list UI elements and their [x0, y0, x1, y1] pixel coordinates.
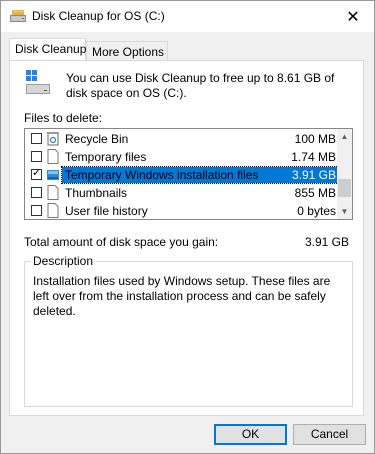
tab-more-options[interactable]: More Options: [86, 41, 168, 60]
file-icon: [47, 203, 59, 218]
total-space-label: Total amount of disk space you gain:: [24, 235, 219, 249]
disk-cleanup-app-icon: [10, 10, 26, 22]
list-item[interactable]: Recycle Bin 100 MB: [25, 130, 338, 148]
cancel-button[interactable]: Cancel: [293, 424, 366, 445]
list-item[interactable]: ✓ Temporary Windows installation files 3…: [25, 166, 339, 184]
tab-disk-cleanup[interactable]: Disk Cleanup: [9, 38, 86, 60]
scroll-down-icon[interactable]: ▼: [337, 204, 352, 219]
list-item[interactable]: User file history 0 bytes: [25, 202, 338, 219]
check-icon: ✓: [32, 167, 42, 179]
files-list[interactable]: Recycle Bin 100 MB Temporary files 1.74 …: [24, 128, 353, 220]
checkbox[interactable]: [31, 187, 42, 198]
files-to-delete-label: Files to delete:: [24, 111, 103, 125]
checkbox[interactable]: [31, 205, 42, 216]
total-space-value: 3.91 GB: [304, 235, 349, 249]
list-item[interactable]: Thumbnails 855 MB: [25, 184, 338, 202]
close-icon: ✕: [346, 8, 360, 26]
close-button[interactable]: ✕: [332, 1, 374, 32]
description-text: Installation files used by Windows setup…: [33, 274, 331, 318]
checkbox[interactable]: ✓: [31, 167, 42, 180]
disk-cleanup-panel: You can use Disk Cleanup to free up to 8…: [9, 60, 364, 416]
file-name: Temporary files: [65, 150, 147, 164]
list-scrollbar[interactable]: ▲ ▼: [337, 129, 352, 219]
drive-icon: [26, 70, 50, 94]
file-name: Thumbnails: [65, 186, 128, 200]
recycle-bin-icon: [47, 132, 59, 146]
title-bar[interactable]: Disk Cleanup for OS (C:) ✕: [1, 1, 374, 32]
file-name: Temporary Windows installation files: [65, 168, 259, 182]
file-icon: [47, 185, 59, 200]
checkbox[interactable]: [31, 133, 42, 144]
file-size: 1.74 MB: [291, 150, 336, 164]
file-size: 855 MB: [294, 186, 336, 200]
file-size: 3.91 GB: [291, 168, 336, 182]
file-size: 0 bytes: [297, 204, 336, 218]
list-item[interactable]: Temporary files 1.74 MB: [25, 148, 338, 166]
windows-setup-icon: [47, 170, 59, 180]
window-title: Disk Cleanup for OS (C:): [32, 9, 165, 23]
file-icon: [47, 149, 59, 164]
file-size: 100 MB: [294, 132, 336, 146]
disk-cleanup-window: Disk Cleanup for OS (C:) ✕ Disk Cleanup …: [0, 0, 375, 454]
checkbox[interactable]: [31, 151, 42, 162]
file-name: User file history: [65, 204, 148, 218]
ok-button[interactable]: OK: [214, 424, 287, 445]
scroll-thumb[interactable]: [338, 179, 351, 197]
description-legend: Description: [31, 254, 96, 268]
scroll-up-icon[interactable]: ▲: [337, 129, 352, 144]
description-group: Description Installation files used by W…: [24, 254, 353, 407]
intro-text: You can use Disk Cleanup to free up to 8…: [66, 71, 335, 100]
file-name: Recycle Bin: [65, 132, 129, 146]
